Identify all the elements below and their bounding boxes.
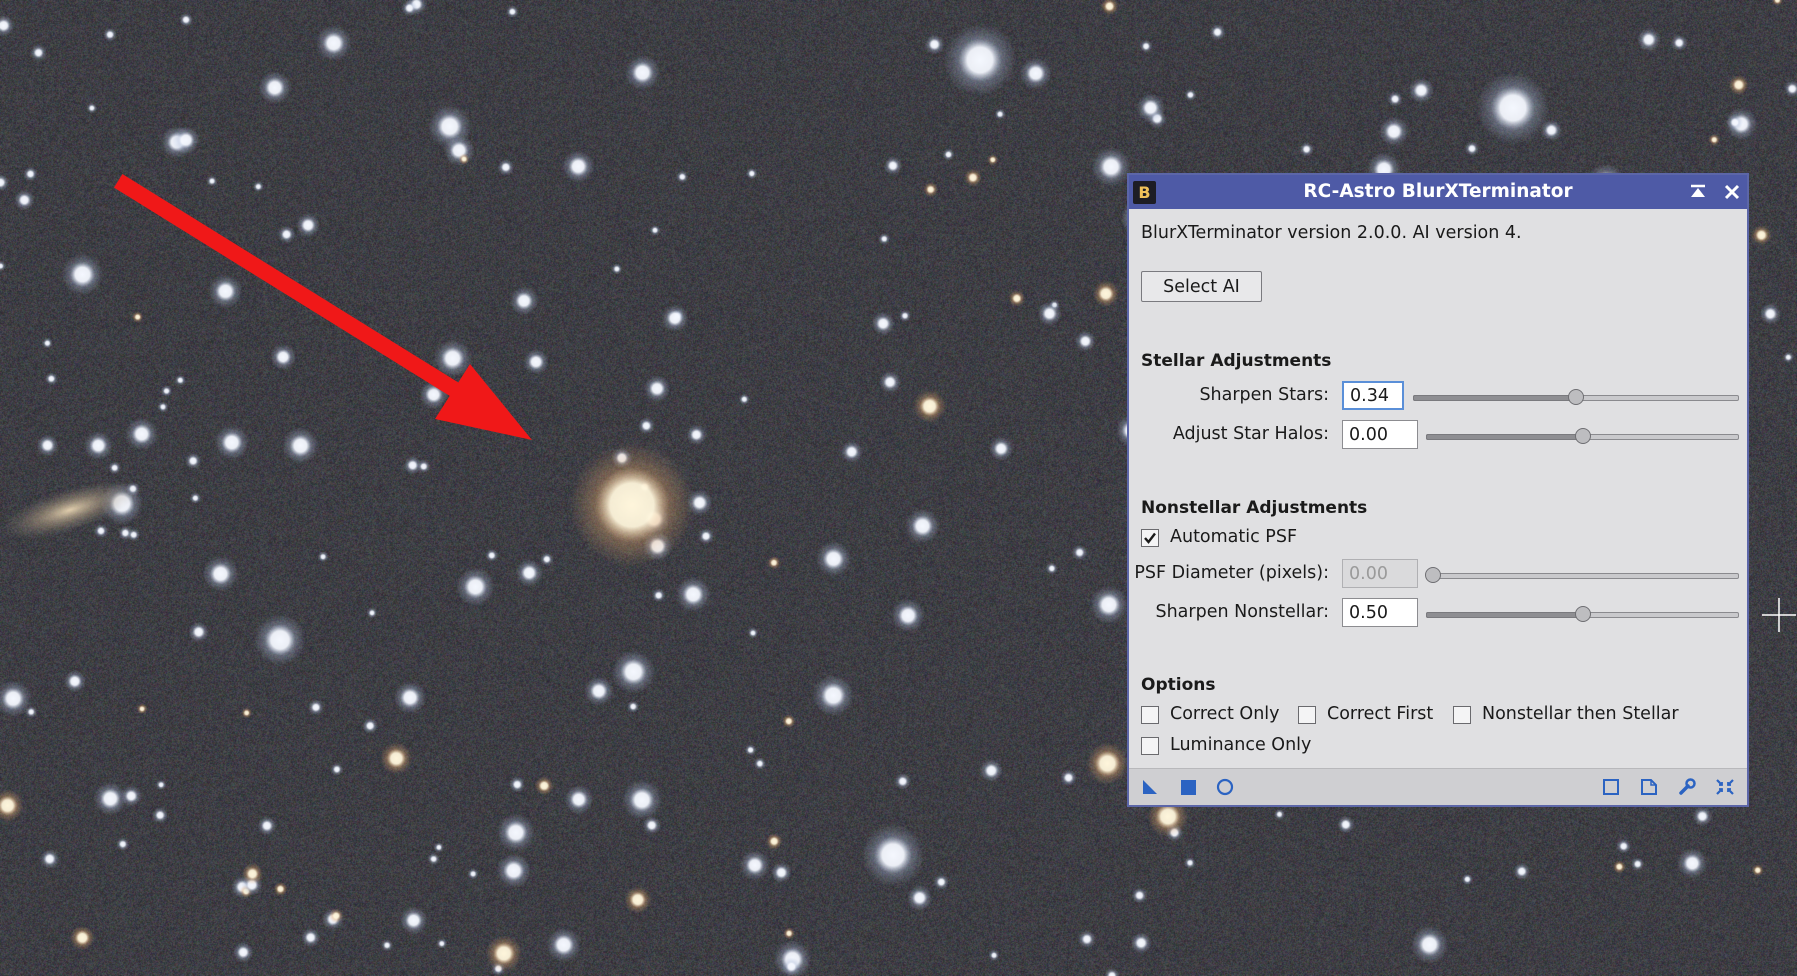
adjust-star-halos-slider[interactable] [1426, 428, 1739, 444]
slider-fill [1413, 395, 1578, 401]
stellar-adjustments-heading: Stellar Adjustments [1141, 351, 1332, 371]
sharpen-nonstellar-label: Sharpen Nonstellar: [1155, 602, 1329, 622]
sharpen-stars-label: Sharpen Stars: [1199, 385, 1329, 405]
luminance-only-label: Luminance Only [1170, 735, 1312, 755]
nonstellar-then-stellar-label: Nonstellar then Stellar [1482, 704, 1679, 724]
automatic-psf-checkbox[interactable] [1141, 529, 1159, 547]
slider-handle[interactable] [1568, 389, 1584, 405]
slider-handle[interactable] [1574, 606, 1591, 622]
psf-diameter-label: PSF Diameter (pixels): [1134, 563, 1329, 583]
correct-first-checkbox[interactable] [1298, 706, 1316, 724]
wrench-icon[interactable] [1678, 778, 1696, 796]
title-bar[interactable]: B RC-Astro BlurXTerminator [1129, 175, 1747, 209]
adjust-star-halos-input[interactable] [1342, 420, 1418, 449]
slider-handle [1425, 567, 1441, 583]
psf-diameter-slider [1425, 567, 1739, 583]
apply-global-circle-icon[interactable] [1216, 778, 1234, 796]
options-heading: Options [1141, 675, 1216, 695]
browse-documentation-icon[interactable] [1640, 778, 1658, 796]
crosshair-cursor-icon [1762, 598, 1796, 632]
slider-fill [1426, 434, 1585, 440]
nonstellar-then-stellar-checkbox[interactable] [1453, 706, 1471, 724]
new-instance-triangle-icon[interactable] [1141, 778, 1159, 796]
nonstellar-adjustments-heading: Nonstellar Adjustments [1141, 498, 1368, 518]
correct-first-label: Correct First [1327, 704, 1434, 724]
adjust-star-halos-label: Adjust Star Halos: [1172, 424, 1329, 444]
blurxterminator-dialog: B RC-Astro BlurXTerminator BlurXTerminat… [1127, 173, 1749, 807]
sharpen-nonstellar-input[interactable] [1342, 598, 1418, 627]
reset-icon[interactable] [1715, 778, 1735, 796]
apply-square-icon[interactable] [1179, 778, 1197, 796]
slider-handle[interactable] [1574, 428, 1591, 444]
select-ai-button[interactable]: Select AI [1141, 271, 1262, 302]
slider-fill [1426, 612, 1585, 618]
automatic-psf-label: Automatic PSF [1170, 527, 1298, 547]
correct-only-label: Correct Only [1170, 704, 1280, 724]
psf-diameter-input [1342, 559, 1418, 588]
sharpen-stars-slider[interactable] [1413, 389, 1739, 405]
shade-icon[interactable] [1689, 183, 1707, 201]
luminance-only-checkbox[interactable] [1141, 737, 1159, 755]
dialog-footer-toolbar [1129, 768, 1747, 805]
sharpen-stars-input[interactable] [1342, 381, 1404, 410]
checkmark-icon [1144, 532, 1156, 544]
real-time-preview-icon[interactable] [1602, 778, 1620, 796]
dialog-title: RC-Astro BlurXTerminator [1303, 181, 1573, 202]
slider-track [1426, 573, 1739, 579]
sharpen-nonstellar-slider[interactable] [1426, 606, 1739, 622]
close-icon[interactable] [1723, 183, 1741, 201]
correct-only-checkbox[interactable] [1141, 706, 1159, 724]
version-text: BlurXTerminator version 2.0.0. AI versio… [1141, 223, 1522, 243]
